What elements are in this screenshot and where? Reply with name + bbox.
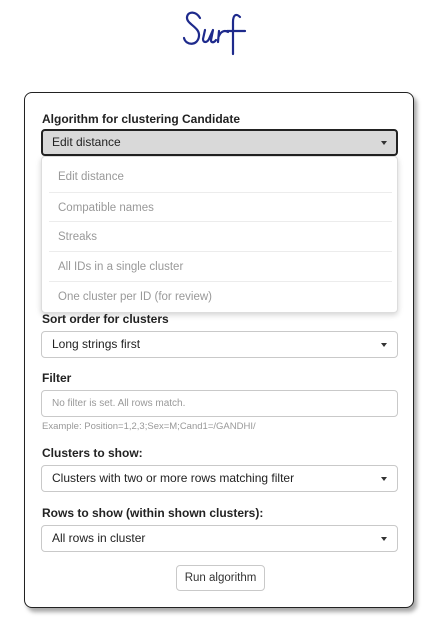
algorithm-dropdown-menu: Edit distance Compatible names Streaks A… [41,156,398,313]
algorithm-select-value: Edit distance [52,135,121,149]
rows-label: Rows to show (within shown clusters): [42,506,264,520]
clustering-panel: Algorithm for clustering Candidate Edit … [24,92,414,608]
menu-item-compatible-names[interactable]: Compatible names [49,192,392,222]
surf-logo-mark [182,11,247,56]
sort-order-select[interactable]: Long strings first [41,331,398,358]
chevron-down-icon [381,477,387,481]
filter-placeholder: No filter is set. All rows match. [52,398,186,409]
rows-select-value: All rows in cluster [52,531,146,545]
menu-item-single-cluster[interactable]: All IDs in a single cluster [49,251,392,281]
algorithm-select[interactable]: Edit distance [41,129,398,156]
chevron-down-icon [381,141,387,145]
filter-input[interactable]: No filter is set. All rows match. [41,390,398,417]
rows-select[interactable]: All rows in cluster [41,525,398,552]
filter-help-text: Example: Position=1,2,3;Sex=M;Cand1=/GAN… [42,421,256,432]
clusters-select-value: Clusters with two or more rows matching … [52,471,295,485]
run-algorithm-button[interactable]: Run algorithm [176,565,265,591]
surf-logo [182,11,247,56]
clusters-label: Clusters to show: [42,446,143,460]
menu-item-streaks[interactable]: Streaks [49,221,392,251]
filter-label: Filter [42,371,72,385]
algorithm-label: Algorithm for clustering Candidate [42,112,241,126]
clusters-select[interactable]: Clusters with two or more rows matching … [41,465,398,492]
chevron-down-icon [381,537,387,541]
menu-item-edit-distance[interactable]: Edit distance [49,162,392,192]
sort-order-value: Long strings first [52,337,141,351]
chevron-down-icon [381,343,387,347]
sort-order-label: Sort order for clusters [42,312,169,326]
menu-item-one-cluster-per-id[interactable]: One cluster per ID (for review) [49,281,392,311]
